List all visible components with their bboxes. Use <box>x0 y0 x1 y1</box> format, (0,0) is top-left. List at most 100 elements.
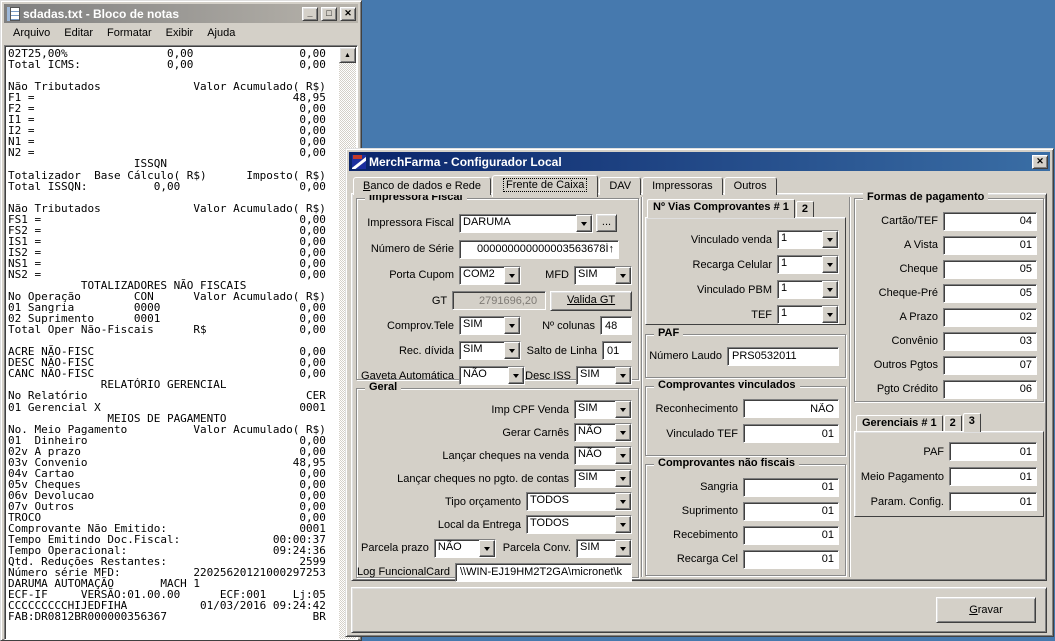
close-button[interactable]: ✕ <box>340 6 356 21</box>
impressora-fiscal-select[interactable]: DARUMA <box>459 213 593 233</box>
chevron-down-icon[interactable] <box>504 266 520 284</box>
cheque-pre-label: Cheque-Pré <box>878 287 938 299</box>
chevron-down-icon[interactable] <box>615 447 631 464</box>
column-divider <box>641 197 643 577</box>
desc-iss-select[interactable]: SIM <box>576 366 632 385</box>
recarga-celular-select[interactable]: 1 <box>777 255 839 274</box>
chevron-down-icon[interactable] <box>615 401 631 418</box>
notepad-titlebar: sdadas.txt - Bloco de notas _ □ ✕ <box>4 4 358 23</box>
salto-linha-input[interactable] <box>602 341 632 360</box>
outros-pgtos-input[interactable] <box>943 355 1037 375</box>
geral-groupbox: Geral Imp CPF Venda SIM Gerar Carnês NÃO <box>356 381 639 582</box>
notepad-text-area[interactable]: 02T25,00% 0,00 0,00 Total ICMS: 0,00 0,0… <box>4 45 358 640</box>
chevron-down-icon[interactable] <box>615 367 631 384</box>
a-prazo-input[interactable] <box>943 307 1037 327</box>
cheques-pgto-contas-select[interactable]: SIM <box>574 469 632 488</box>
numero-serie-input[interactable] <box>459 239 619 259</box>
cheque-pre-input[interactable] <box>943 283 1037 303</box>
comprov-tele-select[interactable]: SIM <box>459 316 521 335</box>
gerar-carnes-select[interactable]: NÃO <box>574 423 632 442</box>
chevron-down-icon[interactable] <box>615 516 631 533</box>
chevron-down-icon[interactable] <box>822 256 838 273</box>
mfd-select[interactable]: SIM <box>574 265 632 285</box>
parcela-prazo-select[interactable]: NÃO <box>433 538 496 558</box>
chevron-down-icon[interactable] <box>615 424 631 441</box>
recarga-cel-input[interactable] <box>743 549 839 569</box>
tab-impressoras[interactable]: Impressoras <box>642 177 723 195</box>
maximize-button[interactable]: □ <box>321 6 337 21</box>
log-funcionalcard-input[interactable] <box>455 562 632 582</box>
gerenciais-tabs: Gerenciais # 1 2 3 <box>854 412 1044 432</box>
vinculado-pbm-select[interactable]: 1 <box>777 280 839 299</box>
chevron-down-icon[interactable] <box>822 281 838 298</box>
cartao-tef-input[interactable] <box>943 211 1037 231</box>
gaveta-select[interactable]: NÃO <box>459 366 525 385</box>
param-config-input[interactable] <box>949 492 1037 511</box>
tab-outros[interactable]: Outros <box>723 177 777 195</box>
minimize-button[interactable]: _ <box>302 6 318 21</box>
convenio-label: Convênio <box>891 335 938 347</box>
chevron-down-icon[interactable] <box>508 367 524 384</box>
recebimento-input[interactable] <box>743 525 839 545</box>
vinculado-tef-input[interactable] <box>743 424 839 443</box>
parcela-conv-select[interactable]: SIM <box>576 538 632 558</box>
tab-dav[interactable]: DAV <box>599 177 642 195</box>
tab-frente-de-caixa[interactable]: Frente de Caixa <box>492 175 599 197</box>
gt-label: GT <box>431 294 448 307</box>
cheque-input[interactable] <box>943 259 1037 279</box>
chevron-down-icon[interactable] <box>576 214 592 232</box>
pgto-credito-input[interactable] <box>943 379 1037 399</box>
chevron-down-icon[interactable] <box>504 317 520 334</box>
cheques-venda-select[interactable]: NÃO <box>574 446 632 465</box>
menu-formatar[interactable]: Formatar <box>100 25 159 41</box>
notepad-text[interactable]: 02T25,00% 0,00 0,00 Total ICMS: 0,00 0,0… <box>8 48 338 639</box>
gravar-button[interactable]: Gravar <box>936 597 1036 623</box>
menu-exibir[interactable]: Exibir <box>159 25 201 41</box>
browse-button[interactable]: ... <box>596 214 617 232</box>
tab-banco-de-dados[interactable]: Banco de dados e Rede <box>353 177 492 195</box>
reconhecimento-input[interactable] <box>743 399 839 418</box>
desktop: { "window_controls": { "minimize": "_", … <box>0 0 1055 641</box>
imp-cpf-venda-select[interactable]: SIM <box>574 400 632 419</box>
chevron-down-icon[interactable] <box>615 493 631 510</box>
local-entrega-select[interactable]: TODOS <box>526 515 632 534</box>
close-button[interactable]: ✕ <box>1032 154 1048 169</box>
gerenciais-tab-3[interactable]: 3 <box>962 413 981 432</box>
gerar-carnes-label: Gerar Carnês <box>502 426 569 439</box>
convenio-input[interactable] <box>943 331 1037 351</box>
tef-select[interactable]: 1 <box>777 305 839 324</box>
chevron-down-icon[interactable] <box>504 342 520 359</box>
paf-gerencial-input[interactable] <box>949 442 1037 461</box>
numero-laudo-input[interactable] <box>727 346 839 366</box>
rec-divida-select[interactable]: SIM <box>459 341 521 360</box>
tef-label: TEF <box>751 308 772 321</box>
tipo-orcamento-label: Tipo orçamento <box>444 495 521 508</box>
chevron-down-icon[interactable] <box>478 539 495 557</box>
menu-ajuda[interactable]: Ajuda <box>200 25 242 41</box>
chevron-down-icon[interactable] <box>615 266 631 284</box>
chevron-down-icon[interactable] <box>822 306 838 323</box>
menu-arquivo[interactable]: Arquivo <box>6 25 57 41</box>
chevron-down-icon[interactable] <box>615 470 631 487</box>
vias-tab-2[interactable]: 2 <box>795 201 814 217</box>
gerenciais-tab-2[interactable]: 2 <box>943 415 962 431</box>
chevron-down-icon[interactable] <box>822 231 838 248</box>
porta-cupom-select[interactable]: COM2 <box>459 265 521 285</box>
sangria-input[interactable] <box>743 477 839 497</box>
valida-gt-button[interactable]: Valida GT <box>550 290 632 311</box>
menu-editar[interactable]: Editar <box>57 25 100 41</box>
vinculado-venda-select[interactable]: 1 <box>777 230 839 249</box>
chevron-down-icon[interactable] <box>615 539 631 557</box>
porta-cupom-label: Porta Cupom <box>389 269 454 281</box>
imp-cpf-venda-label: Imp CPF Venda <box>491 403 569 416</box>
comprov-tele-label: Comprov.Tele <box>386 319 454 332</box>
gerenciais-tab-1[interactable]: Gerenciais # 1 <box>856 415 943 431</box>
suprimento-input[interactable] <box>743 501 839 521</box>
vias-tab-1[interactable]: Nº Vias Comprovantes # 1 <box>647 199 795 218</box>
n-colunas-input[interactable] <box>600 316 632 335</box>
a-vista-input[interactable] <box>943 235 1037 255</box>
scroll-up-icon[interactable]: ▲ <box>339 47 356 63</box>
meio-pagamento-label: Meio Pagamento <box>860 470 944 483</box>
meio-pagamento-input[interactable] <box>949 467 1037 486</box>
tipo-orcamento-select[interactable]: TODOS <box>526 492 632 511</box>
